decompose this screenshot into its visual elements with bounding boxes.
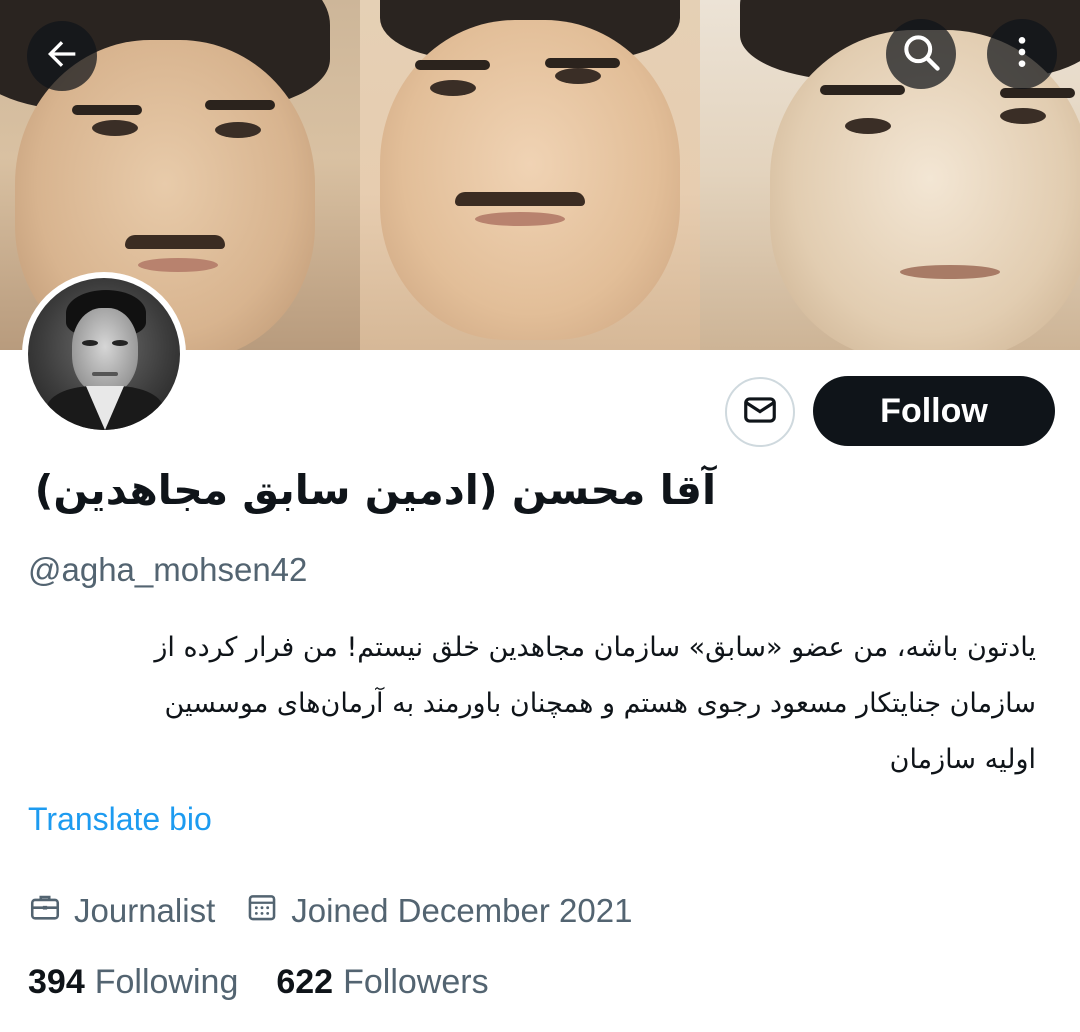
arrow-left-icon <box>42 34 82 78</box>
more-button[interactable] <box>987 19 1057 89</box>
profession-item: Journalist <box>28 890 215 932</box>
followers-link[interactable]: 622 Followers <box>276 963 488 1002</box>
briefcase-icon <box>28 890 74 932</box>
translate-bio-link[interactable]: Translate bio <box>28 801 212 838</box>
profile-name: آقا محسن (ادمین سابق مجاهدین) <box>34 466 716 514</box>
search-icon <box>899 30 943 78</box>
envelope-icon <box>741 391 779 433</box>
following-link[interactable]: 394 Following <box>28 963 238 1002</box>
joined-date: Joined December 2021 <box>291 892 633 929</box>
more-vertical-icon <box>1002 32 1042 76</box>
joined-item: Joined December 2021 <box>245 890 632 932</box>
followers-count: 622 <box>276 963 334 1001</box>
bio-line: یادتون باشه، من عضو «سابق» سازمان مجاهدی… <box>154 632 1036 663</box>
banner-portrait-center <box>360 0 700 350</box>
following-label: Following <box>94 963 239 1001</box>
back-button[interactable] <box>27 21 97 91</box>
profile-handle: @agha_mohsen42 <box>28 551 308 588</box>
followers-label: Followers <box>343 963 489 1001</box>
bio-line: سازمان جنایتکار مسعود رجوی هستم و همچنان… <box>164 688 1036 719</box>
bio-line: اولیه سازمان <box>889 744 1036 775</box>
avatar-image <box>28 278 180 430</box>
profile-bio: یادتون باشه، من عضو «سابق» سازمان مجاهدی… <box>26 620 1036 788</box>
avatar[interactable] <box>22 272 186 436</box>
search-button[interactable] <box>886 19 956 89</box>
profession-label: Journalist <box>74 892 216 929</box>
profile-meta: Journalist Joined December 2021 <box>28 890 662 932</box>
calendar-icon <box>245 890 291 932</box>
message-button[interactable] <box>725 377 795 447</box>
profile-stats: 394 Following 622 Followers <box>28 963 527 1002</box>
follow-button[interactable]: Follow <box>813 376 1055 446</box>
following-count: 394 <box>28 963 85 1001</box>
